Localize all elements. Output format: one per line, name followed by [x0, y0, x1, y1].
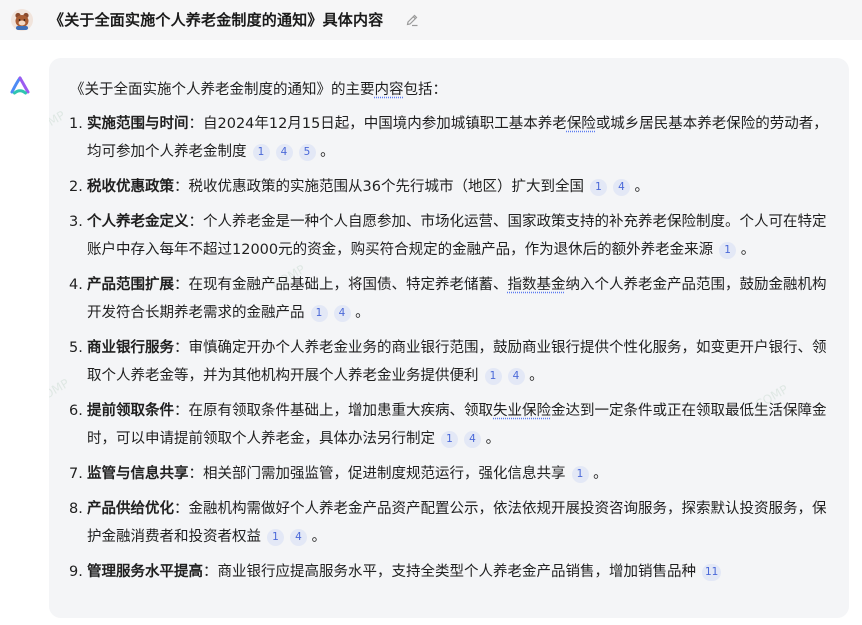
list-item: 6. 提前领取条件：在原有领取条件基础上，增加患重大疾病、领取失业保险金达到一定条…: [69, 397, 830, 453]
list-item: 3. 个人养老金定义：个人养老金是一种个人自愿参加、市场化运营、国家政策支持的补充…: [69, 208, 830, 264]
list-item: 2. 税收优惠政策：税收优惠政策的实施范围从36个先行城市（地区）扩大到全国 1 4 …: [69, 173, 830, 201]
item-number: 1.: [69, 116, 83, 132]
citation-badge[interactable]: 4: [612, 179, 630, 196]
edit-pencil-icon[interactable]: [405, 12, 419, 27]
list-item: 8. 产品供给优化：金融机构需做好个人养老金产品资产配置公示，依法依规开展投资咨询…: [69, 495, 830, 551]
message-content: 《关于全面实施个人养老金制度的通知》的主要内容包括： 1. 实施范围与时间：自20…: [69, 76, 830, 593]
item-title: 税收优惠政策: [87, 179, 174, 195]
item-number: 5.: [69, 340, 83, 356]
citation-badge[interactable]: 4: [333, 305, 351, 322]
watermark: COMP: [49, 108, 68, 138]
citation-badge[interactable]: 4: [275, 144, 293, 161]
points-list: 1. 实施范围与时间：自2024年12月15日起，中国境内参加城镇职工基本养老保险…: [69, 110, 830, 586]
citation-badge[interactable]: 4: [464, 431, 481, 448]
keyword-link[interactable]: 指数基金: [508, 277, 566, 293]
item-title: 实施范围与时间: [87, 116, 189, 132]
item-number: 8.: [69, 501, 83, 517]
citation-badge[interactable]: 4: [507, 368, 525, 385]
assistant-logo-icon: [8, 74, 32, 98]
citation-badge[interactable]: 1: [310, 305, 328, 322]
citation-badge[interactable]: 1: [484, 368, 502, 385]
list-item: 7. 监管与信息共享：相关部门需加强监管，促进制度规范运行，强化信息共享 1 。: [69, 460, 830, 488]
item-text: ：审慎确定开办个人养老金业务的商业银行范围，鼓励商业银行提供个性化服务，如变更开…: [87, 340, 827, 384]
item-number: 3.: [69, 214, 83, 230]
intro-text: 《关于全面实施个人养老金制度的通知》的主要内容包括：: [70, 82, 447, 98]
citation-badge[interactable]: 1: [571, 466, 589, 483]
item-number: 7.: [69, 466, 83, 482]
item-text: ：自2024年12月15日起，中国境内参加城镇职工基本养老: [188, 116, 567, 132]
list-item: 4. 产品范围扩展：在现有金融产品基础上，将国债、特定养老储蓄、指数基金纳入个人养…: [69, 271, 830, 327]
item-title: 个人养老金定义: [87, 214, 189, 230]
citation-badge[interactable]: 1: [441, 431, 458, 448]
bottom-fade: [49, 580, 849, 618]
item-number: 2.: [69, 179, 83, 195]
item-text: ：个人养老金是一种个人自愿参加、市场化运营、国家政策支持的补充养老保险制度。个人…: [87, 214, 827, 258]
keyword-link[interactable]: 内容: [375, 82, 404, 98]
citation-badge[interactable]: 1: [252, 144, 270, 161]
citation-badge[interactable]: 1: [719, 242, 737, 259]
item-number: 6.: [69, 403, 83, 419]
user-avatar-icon: [11, 9, 33, 31]
citation-badge[interactable]: 1: [267, 529, 284, 546]
keyword-link[interactable]: 失业保险: [493, 403, 551, 419]
keyword-link[interactable]: 保险: [567, 116, 596, 132]
citation-badge[interactable]: 1: [589, 179, 607, 196]
item-number: 4.: [69, 277, 83, 293]
page-title: 《关于全面实施个人养老金制度的通知》具体内容: [49, 11, 384, 29]
item-text: ：金融机构需做好个人养老金产品资产配置公示，依法依规开展投资咨询服务，探索默认投…: [87, 501, 827, 545]
item-text: ：在现有金融产品基础上，将国债、特定养老储蓄、: [174, 277, 508, 293]
list-item: 1. 实施范围与时间：自2024年12月15日起，中国境内参加城镇职工基本养老保险…: [69, 110, 830, 166]
item-title: 商业银行服务: [87, 340, 174, 356]
citation-badge[interactable]: 5: [298, 144, 316, 161]
item-text: ：相关部门需加强监管，促进制度规范运行，强化信息共享: [188, 466, 566, 482]
citation-badge[interactable]: 11: [702, 564, 722, 581]
item-title: 产品范围扩展: [87, 277, 174, 293]
list-item: 5. 商业银行服务：审慎确定开办个人养老金业务的商业银行范围，鼓励商业银行提供个性…: [69, 334, 830, 390]
chat-header: 《关于全面实施个人养老金制度的通知》具体内容: [0, 0, 862, 40]
assistant-message: 《关于全面实施个人养老金制度的通知》的主要内容包括： 1. 实施范围与时间：自20…: [49, 58, 849, 618]
item-title: 产品供给优化: [87, 501, 174, 517]
item-text: ：商业银行应提高服务水平，支持全类型个人养老金产品销售，增加销售品种: [203, 564, 696, 580]
item-title: 监管与信息共享: [87, 466, 189, 482]
item-title: 提前领取条件: [87, 403, 174, 419]
citation-badge[interactable]: 4: [290, 529, 307, 546]
item-text: ：在原有领取条件基础上，增加患重大疾病、领取: [174, 403, 493, 419]
item-text: ：税收优惠政策的实施范围从36个先行城市（地区）扩大到全国: [174, 179, 584, 195]
item-title: 管理服务水平提高: [87, 564, 203, 580]
